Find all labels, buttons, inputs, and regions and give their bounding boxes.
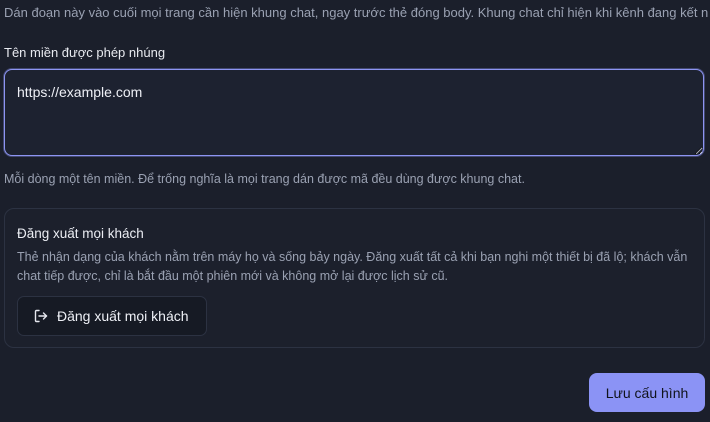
allowed-domains-input[interactable]: https://example.com xyxy=(4,69,704,156)
signout-button-label: Đăng xuất mọi khách xyxy=(57,308,189,324)
save-button-label: Lưu cấu hình xyxy=(605,384,689,401)
signout-all-card: Đăng xuất mọi khách Thẻ nhận dạng của kh… xyxy=(4,208,705,348)
signout-card-title: Đăng xuất mọi khách xyxy=(17,226,144,241)
allowed-domains-label: Tên miền được phép nhúng xyxy=(4,45,166,60)
logout-icon xyxy=(34,309,48,323)
embed-instructions: Dán đoạn này vào cuối mọi trang cần hiện… xyxy=(4,5,708,20)
signout-all-button[interactable]: Đăng xuất mọi khách xyxy=(17,296,207,336)
save-config-button[interactable]: Lưu cấu hình xyxy=(589,373,705,412)
signout-card-description: Thẻ nhận dạng của khách nằm trên máy họ … xyxy=(17,250,688,283)
allowed-domains-hint: Mỗi dòng một tên miền. Để trống nghĩa là… xyxy=(4,172,525,186)
